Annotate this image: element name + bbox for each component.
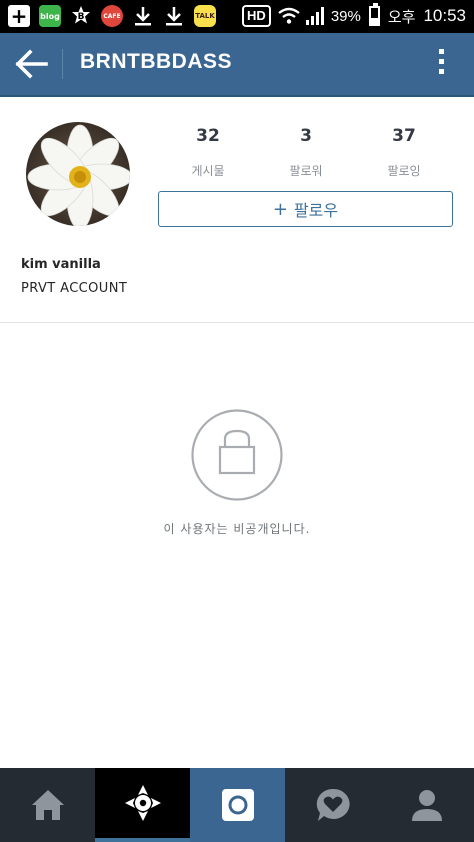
private-account-badge (190, 408, 284, 502)
nav-profile[interactable] (380, 768, 474, 842)
private-account-message: 이 사용자는 비공개입니다. (163, 522, 311, 536)
following-label: 팔로잉 (387, 164, 421, 178)
more-options-button[interactable] (434, 49, 448, 79)
profile-stats: 32 게시물 3 팔로워 37 팔로잉 (158, 126, 454, 186)
white-flower-avatar (26, 122, 130, 226)
system-indicators: HD 39% 오후 10:53 (242, 3, 466, 28)
app-header: BRNTBBDASS (0, 33, 474, 97)
followers-count: 3 (300, 126, 312, 146)
posts-label: 게시물 (191, 164, 225, 178)
following-count: 37 (392, 126, 416, 146)
blog-icon: blog (39, 5, 61, 27)
bottom-navigation (0, 768, 474, 842)
cafe-icon: CAFE (101, 5, 123, 27)
ampm-label: 오후 (387, 8, 416, 26)
explore-icon (124, 785, 161, 821)
notification-icons: + blog B CAFE TALK (8, 4, 225, 28)
nav-home[interactable] (0, 768, 95, 842)
signal-icon (305, 7, 324, 25)
download-icon (163, 5, 185, 27)
arrow-left-icon (15, 49, 48, 79)
back-button[interactable] (14, 48, 50, 80)
download-icon (132, 5, 154, 27)
header-divider (62, 49, 63, 79)
follow-button[interactable]: + 팔로우 (158, 191, 453, 227)
status-time: 10:53 (423, 6, 466, 25)
more-vertical-icon (434, 49, 448, 74)
nav-camera[interactable] (190, 768, 285, 842)
kakaotalk-icon: TALK (194, 5, 216, 27)
avatar (26, 122, 130, 226)
plus-icon: + (272, 198, 288, 220)
posts-count: 32 (196, 126, 220, 146)
status-bar: + blog B CAFE TALK HD 39% 오후 10:53 (0, 0, 474, 33)
kakaotalk-icon-label: TALK (195, 12, 215, 20)
nav-explore[interactable] (95, 768, 190, 842)
stat-following[interactable]: 37 팔로잉 (354, 126, 454, 179)
band-icon: B (70, 5, 92, 27)
cafe-icon-label: CAFE (103, 12, 121, 20)
person-icon (412, 790, 442, 821)
stat-followers[interactable]: 3 팔로워 (256, 126, 356, 179)
section-divider (0, 322, 474, 323)
lock-icon (191, 409, 283, 501)
nav-activity[interactable] (285, 768, 380, 842)
wifi-icon (278, 7, 300, 24)
battery-icon (368, 3, 380, 26)
blog-icon-label: blog (40, 11, 60, 21)
add-icon: + (8, 5, 30, 27)
heart-bubble-icon (316, 788, 350, 821)
home-icon (31, 790, 64, 820)
band-icon-label: B (77, 12, 85, 22)
followers-label: 팔로워 (289, 164, 323, 178)
stat-posts[interactable]: 32 게시물 (158, 126, 258, 179)
profile-bio: PRVT ACCOUNT (21, 281, 128, 296)
follow-button-label: 팔로우 (293, 201, 339, 220)
battery-percent: 39% (330, 7, 361, 25)
page-title: BRNTBBDASS (80, 50, 232, 73)
camera-icon (221, 789, 254, 821)
profile-full-name: kim vanilla (21, 257, 101, 272)
hd-voice-icon: HD (242, 5, 271, 27)
